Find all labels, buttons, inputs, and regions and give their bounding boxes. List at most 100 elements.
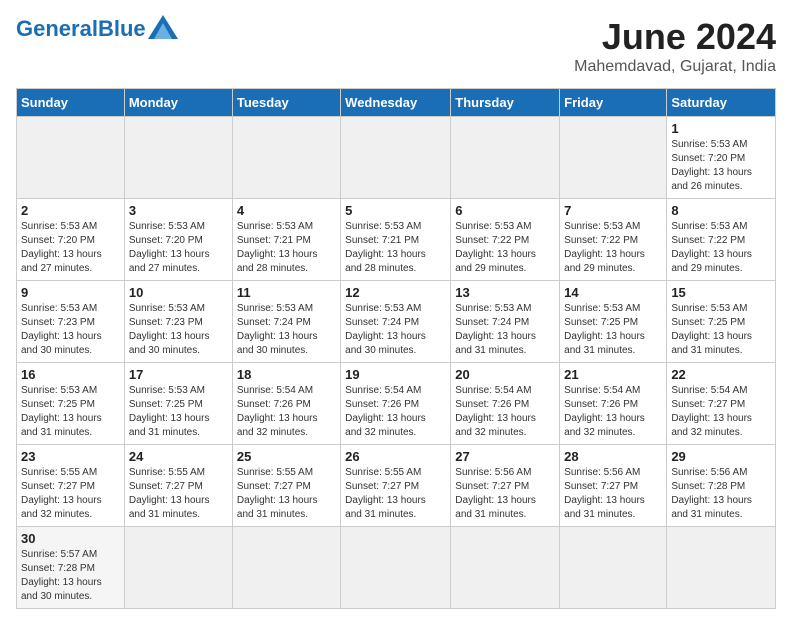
day-number: 16	[21, 367, 120, 382]
logo-text: GeneralBlue	[16, 16, 146, 42]
day-info: Sunrise: 5:53 AM Sunset: 7:20 PM Dayligh…	[671, 138, 771, 194]
day-number: 9	[21, 285, 120, 300]
calendar-day-cell: 14Sunrise: 5:53 AM Sunset: 7:25 PM Dayli…	[560, 281, 667, 363]
calendar-day-cell: 20 Sunrise: 5:54 AM Sunset: 7:26 PM Dayli…	[451, 363, 560, 445]
day-number: 29	[671, 449, 771, 464]
day-info: Sunrise: 5:53 AM Sunset: 7:20 PM Dayligh…	[21, 220, 120, 276]
day-info: Sunrise: 5:56 AM Sunset: 7:28 PM Dayligh…	[671, 466, 771, 522]
calendar-day-cell	[124, 117, 232, 199]
calendar-day-cell: 10Sunrise: 5:53 AM Sunset: 7:23 PM Dayli…	[124, 281, 232, 363]
calendar-day-cell	[17, 117, 125, 199]
calendar-day-cell	[560, 117, 667, 199]
day-number: 4	[237, 203, 336, 218]
calendar-week-row: 30Sunrise: 5:57 AM Sunset: 7:28 PM Dayli…	[17, 527, 776, 609]
day-info: Sunrise: 5:54 AM Sunset: 7:26 PM Dayligh…	[345, 384, 446, 440]
day-info: Sunrise: 5:55 AM Sunset: 7:27 PM Dayligh…	[21, 466, 120, 522]
calendar-table: SundayMondayTuesdayWednesdayThursdayFrid…	[16, 88, 776, 609]
day-info: Sunrise: 5:55 AM Sunset: 7:27 PM Dayligh…	[129, 466, 228, 522]
calendar-day-cell: 7 Sunrise: 5:53 AM Sunset: 7:22 PM Daylig…	[560, 199, 667, 281]
day-number: 28	[564, 449, 662, 464]
day-number: 6	[455, 203, 555, 218]
day-info: Sunrise: 5:53 AM Sunset: 7:21 PM Dayligh…	[237, 220, 336, 276]
calendar-day-header: Wednesday	[341, 89, 451, 117]
day-number: 22	[671, 367, 771, 382]
calendar-day-cell: 2 Sunrise: 5:53 AM Sunset: 7:20 PM Daylig…	[17, 199, 125, 281]
day-number: 27	[455, 449, 555, 464]
calendar-day-cell: 15 Sunrise: 5:53 AM Sunset: 7:25 PM Dayli…	[667, 281, 776, 363]
day-info: Sunrise: 5:53 AM Sunset: 7:23 PM Dayligh…	[129, 302, 228, 358]
day-info: Sunrise: 5:54 AM Sunset: 7:26 PM Dayligh…	[455, 384, 555, 440]
calendar-day-cell	[451, 117, 560, 199]
day-info: Sunrise: 5:53 AM Sunset: 7:25 PM Dayligh…	[129, 384, 228, 440]
calendar-day-cell: 29 Sunrise: 5:56 AM Sunset: 7:28 PM Dayli…	[667, 445, 776, 527]
day-number: 8	[671, 203, 771, 218]
logo: GeneralBlue	[16, 16, 178, 42]
day-info: Sunrise: 5:53 AM Sunset: 7:24 PM Dayligh…	[455, 302, 555, 358]
day-number: 13	[455, 285, 555, 300]
day-info: Sunrise: 5:53 AM Sunset: 7:25 PM Dayligh…	[564, 302, 662, 358]
day-number: 15	[671, 285, 771, 300]
calendar-day-header: Saturday	[667, 89, 776, 117]
calendar-week-row: 16 Sunrise: 5:53 AM Sunset: 7:25 PM Dayli…	[17, 363, 776, 445]
calendar-day-cell	[124, 527, 232, 609]
calendar-day-cell	[232, 527, 340, 609]
title-area: June 2024 Mahemdavad, Gujarat, India	[574, 16, 776, 76]
calendar-day-header: Thursday	[451, 89, 560, 117]
day-info: Sunrise: 5:55 AM Sunset: 7:27 PM Dayligh…	[345, 466, 446, 522]
day-info: Sunrise: 5:54 AM Sunset: 7:26 PM Dayligh…	[564, 384, 662, 440]
day-info: Sunrise: 5:56 AM Sunset: 7:27 PM Dayligh…	[455, 466, 555, 522]
calendar-day-cell: 27 Sunrise: 5:56 AM Sunset: 7:27 PM Dayli…	[451, 445, 560, 527]
day-info: Sunrise: 5:53 AM Sunset: 7:22 PM Dayligh…	[455, 220, 555, 276]
day-info: Sunrise: 5:53 AM Sunset: 7:24 PM Dayligh…	[237, 302, 336, 358]
calendar-day-cell: 11 Sunrise: 5:53 AM Sunset: 7:24 PM Dayli…	[232, 281, 340, 363]
calendar-week-row: 2 Sunrise: 5:53 AM Sunset: 7:20 PM Daylig…	[17, 199, 776, 281]
day-info: Sunrise: 5:53 AM Sunset: 7:25 PM Dayligh…	[671, 302, 771, 358]
calendar-day-header: Tuesday	[232, 89, 340, 117]
calendar-header-row: SundayMondayTuesdayWednesdayThursdayFrid…	[17, 89, 776, 117]
day-number: 21	[564, 367, 662, 382]
day-number: 25	[237, 449, 336, 464]
calendar-day-cell: 23 Sunrise: 5:55 AM Sunset: 7:27 PM Dayli…	[17, 445, 125, 527]
calendar-day-cell: 5Sunrise: 5:53 AM Sunset: 7:21 PM Daylig…	[341, 199, 451, 281]
calendar-day-cell: 30Sunrise: 5:57 AM Sunset: 7:28 PM Dayli…	[17, 527, 125, 609]
day-number: 20	[455, 367, 555, 382]
day-info: Sunrise: 5:54 AM Sunset: 7:26 PM Dayligh…	[237, 384, 336, 440]
calendar-day-cell: 12 Sunrise: 5:53 AM Sunset: 7:24 PM Dayli…	[341, 281, 451, 363]
calendar-day-cell: 21 Sunrise: 5:54 AM Sunset: 7:26 PM Dayli…	[560, 363, 667, 445]
calendar-day-header: Sunday	[17, 89, 125, 117]
day-number: 17	[129, 367, 228, 382]
day-info: Sunrise: 5:54 AM Sunset: 7:27 PM Dayligh…	[671, 384, 771, 440]
day-info: Sunrise: 5:53 AM Sunset: 7:22 PM Dayligh…	[671, 220, 771, 276]
day-number: 18	[237, 367, 336, 382]
day-number: 12	[345, 285, 446, 300]
calendar-day-cell: 3Sunrise: 5:53 AM Sunset: 7:20 PM Daylig…	[124, 199, 232, 281]
day-info: Sunrise: 5:53 AM Sunset: 7:24 PM Dayligh…	[345, 302, 446, 358]
calendar-day-cell: 4 Sunrise: 5:53 AM Sunset: 7:21 PM Daylig…	[232, 199, 340, 281]
day-number: 23	[21, 449, 120, 464]
day-number: 11	[237, 285, 336, 300]
day-info: Sunrise: 5:56 AM Sunset: 7:27 PM Dayligh…	[564, 466, 662, 522]
calendar-day-cell	[341, 527, 451, 609]
calendar-week-row: 1Sunrise: 5:53 AM Sunset: 7:20 PM Daylig…	[17, 117, 776, 199]
calendar-day-cell	[451, 527, 560, 609]
calendar-day-cell: 28 Sunrise: 5:56 AM Sunset: 7:27 PM Dayli…	[560, 445, 667, 527]
calendar-day-cell	[667, 527, 776, 609]
calendar-day-header: Friday	[560, 89, 667, 117]
calendar-day-cell: 16Sunrise: 5:53 AM Sunset: 7:25 PM Dayli…	[17, 363, 125, 445]
calendar-day-cell: 13 Sunrise: 5:53 AM Sunset: 7:24 PM Dayli…	[451, 281, 560, 363]
calendar-day-cell: 6 Sunrise: 5:53 AM Sunset: 7:22 PM Daylig…	[451, 199, 560, 281]
calendar-day-cell	[232, 117, 340, 199]
calendar-day-cell	[560, 527, 667, 609]
day-number: 3	[129, 203, 228, 218]
day-number: 7	[564, 203, 662, 218]
calendar-day-cell: 19Sunrise: 5:54 AM Sunset: 7:26 PM Dayli…	[341, 363, 451, 445]
page-header: GeneralBlue June 2024 Mahemdavad, Gujara…	[16, 16, 776, 76]
calendar-day-cell: 1Sunrise: 5:53 AM Sunset: 7:20 PM Daylig…	[667, 117, 776, 199]
day-info: Sunrise: 5:55 AM Sunset: 7:27 PM Dayligh…	[237, 466, 336, 522]
day-info: Sunrise: 5:53 AM Sunset: 7:22 PM Dayligh…	[564, 220, 662, 276]
day-info: Sunrise: 5:53 AM Sunset: 7:21 PM Dayligh…	[345, 220, 446, 276]
logo-icon	[148, 15, 178, 39]
day-number: 2	[21, 203, 120, 218]
calendar-day-cell: 22 Sunrise: 5:54 AM Sunset: 7:27 PM Dayli…	[667, 363, 776, 445]
calendar-day-cell	[341, 117, 451, 199]
